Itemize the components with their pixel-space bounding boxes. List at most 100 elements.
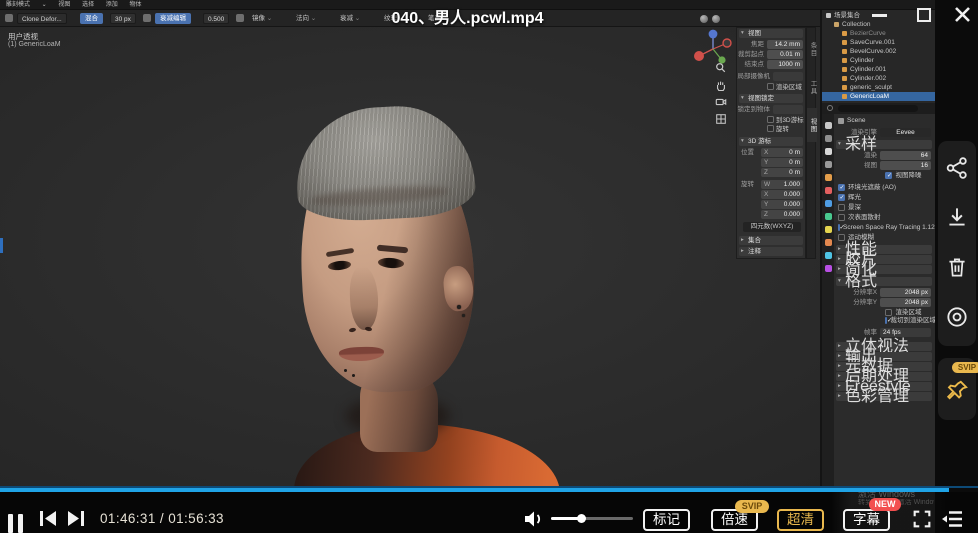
properties-tab-icon-5[interactable] xyxy=(824,187,832,194)
subtitle-button[interactable]: 字幕 xyxy=(843,509,890,531)
crop-region-check-row[interactable]: 裁切到渲染区域 xyxy=(838,316,936,326)
cursor-y-field[interactable]: Y0 m xyxy=(761,158,803,167)
ao-checkbox[interactable] xyxy=(838,184,845,193)
outliner-row[interactable]: BezierCurve xyxy=(822,29,937,38)
properties-tab-icon-7[interactable] xyxy=(824,213,832,220)
outliner-row[interactable]: BevelCurve.002 xyxy=(822,47,937,56)
focal-length-field[interactable]: 14.2 mm xyxy=(767,40,803,49)
render-region-row[interactable]: 渲染区域 xyxy=(767,83,802,92)
section-color-management[interactable]: 色彩管理 xyxy=(836,389,932,405)
lock-rotation-checkbox[interactable] xyxy=(767,125,774,132)
curve-icon xyxy=(842,40,847,45)
section-3d-cursor[interactable]: 3D 游标 xyxy=(739,137,803,146)
toggle-sss-row[interactable]: 次表面散射 xyxy=(838,213,931,222)
properties-tab-icon-11[interactable] xyxy=(824,265,832,272)
resolution-y-field[interactable]: 2048 px xyxy=(880,298,931,307)
next-button[interactable] xyxy=(66,510,85,532)
framerate-dropdown[interactable]: 24 fps xyxy=(880,328,931,337)
properties-tab-icon-2[interactable] xyxy=(824,148,832,155)
dof-checkbox[interactable] xyxy=(838,204,845,211)
denoise-row[interactable]: 视图降噪 xyxy=(838,171,931,181)
outliner-row[interactable]: Cylinder.002 xyxy=(822,74,937,83)
cursor-rz-field[interactable]: Z 0.000 xyxy=(761,210,803,219)
ssrt-checkbox[interactable] xyxy=(838,224,845,233)
grid-icon[interactable] xyxy=(715,113,727,125)
quality-button[interactable]: 超清 xyxy=(777,509,824,531)
lock-cursor-checkbox[interactable] xyxy=(767,116,774,123)
properties-search-input[interactable] xyxy=(838,105,918,112)
properties-tab-icon-3[interactable] xyxy=(824,161,832,168)
properties-tab-icon-8[interactable] xyxy=(824,226,832,233)
tab-view[interactable]: 视图 xyxy=(807,108,817,142)
outliner-row-selected[interactable]: GenericLoaM xyxy=(822,92,937,101)
section-collections[interactable]: 集合 xyxy=(739,236,803,245)
resolution-x-field[interactable]: 2048 px xyxy=(880,288,931,297)
section-format[interactable]: 格式 xyxy=(836,274,932,290)
cursor-z-field[interactable]: Z0 m xyxy=(761,168,803,177)
cursor-rx-field[interactable]: X 0.000 xyxy=(761,190,803,199)
maximize-button[interactable] xyxy=(917,8,931,22)
denoise-checkbox[interactable] xyxy=(885,172,893,181)
pin-icon[interactable] xyxy=(944,378,970,404)
clip-end-field[interactable]: 1000 m xyxy=(767,60,803,69)
pan-hand-icon[interactable] xyxy=(715,79,727,91)
trash-icon[interactable] xyxy=(944,254,970,280)
local-camera-field[interactable] xyxy=(773,72,803,81)
properties-tab-icon-1[interactable] xyxy=(824,135,832,142)
minimize-button[interactable] xyxy=(872,14,887,17)
section-sampling[interactable]: 采样 xyxy=(836,137,932,153)
playlist-icon[interactable] xyxy=(941,509,963,533)
previous-button[interactable] xyxy=(39,510,58,532)
properties-tab-icon-0[interactable] xyxy=(824,122,832,129)
toggle-bloom-row[interactable]: 辉光 xyxy=(838,193,931,203)
pause-button[interactable] xyxy=(8,506,25,533)
cursor-rw-field[interactable]: W 1.000 xyxy=(761,180,803,189)
section-annotations[interactable]: 注释 xyxy=(739,247,803,256)
sampling-viewport-field[interactable]: 16 xyxy=(880,161,931,170)
render-region-checkbox[interactable] xyxy=(767,83,774,90)
sampling-render-field[interactable]: 64 xyxy=(880,151,931,160)
volume-knob[interactable] xyxy=(576,514,586,523)
download-icon[interactable] xyxy=(944,204,970,230)
camera-icon[interactable] xyxy=(715,96,727,108)
toggle-ao-row[interactable]: 环境光遮蔽 (AO) xyxy=(838,183,931,193)
share-icon[interactable] xyxy=(944,155,970,181)
properties-tab-icon-6[interactable] xyxy=(824,200,832,207)
lock-cursor-row[interactable]: 到3D游标 xyxy=(767,116,804,125)
breadcrumb-scene-label[interactable]: Scene xyxy=(847,116,865,125)
model-lip-piercing-2 xyxy=(352,374,355,377)
motion-blur-checkbox[interactable] xyxy=(838,234,845,241)
render-region-prop-checkbox[interactable] xyxy=(885,309,893,316)
tab-item[interactable]: 条目 xyxy=(807,32,817,66)
toggle-dof-row[interactable]: 景深 xyxy=(838,203,931,212)
zoom-icon[interactable] xyxy=(715,62,727,74)
fullscreen-icon[interactable] xyxy=(911,508,933,533)
section-view-lock[interactable]: 视图锁定 xyxy=(739,94,803,103)
lock-object-field[interactable] xyxy=(773,105,803,114)
properties-tab-icon-4[interactable] xyxy=(824,174,832,181)
volume-icon[interactable] xyxy=(523,509,543,533)
outliner-row[interactable]: Cylinder.001 xyxy=(822,65,937,74)
outliner-row[interactable]: generic_sculpt xyxy=(822,83,937,92)
cursor-ry-field[interactable]: Y 0.000 xyxy=(761,200,803,209)
bloom-checkbox[interactable] xyxy=(838,194,845,203)
lock-rotation-row[interactable]: 旋转 xyxy=(767,125,789,134)
record-icon[interactable] xyxy=(944,304,970,330)
properties-tab-icon-9[interactable] xyxy=(824,239,832,246)
clip-start-field[interactable]: 0.01 m xyxy=(767,50,803,59)
outliner-row[interactable]: SaveCurve.001 xyxy=(822,38,937,47)
player-side-rail: SVIP xyxy=(935,0,978,533)
rotation-mode-dropdown[interactable]: 四元数(WXYZ) xyxy=(743,222,801,232)
mark-button[interactable]: 标记 xyxy=(643,509,690,531)
render-engine-dropdown[interactable]: Eevee xyxy=(880,128,931,137)
crop-region-checkbox[interactable] xyxy=(885,317,892,326)
tab-tool[interactable]: 工具 xyxy=(807,70,817,104)
sss-checkbox[interactable] xyxy=(838,214,845,221)
section-view[interactable]: 视图 xyxy=(739,29,803,38)
volume-slider[interactable] xyxy=(551,514,633,523)
toggle-ssrt-row[interactable]: Screen Space Ray Tracing 1.12 xyxy=(838,223,935,233)
properties-tab-icon-10[interactable] xyxy=(824,252,832,259)
close-button[interactable] xyxy=(953,5,972,29)
outliner-row[interactable]: Cylinder xyxy=(822,56,937,65)
cursor-x-field[interactable]: X0 m xyxy=(761,148,803,157)
